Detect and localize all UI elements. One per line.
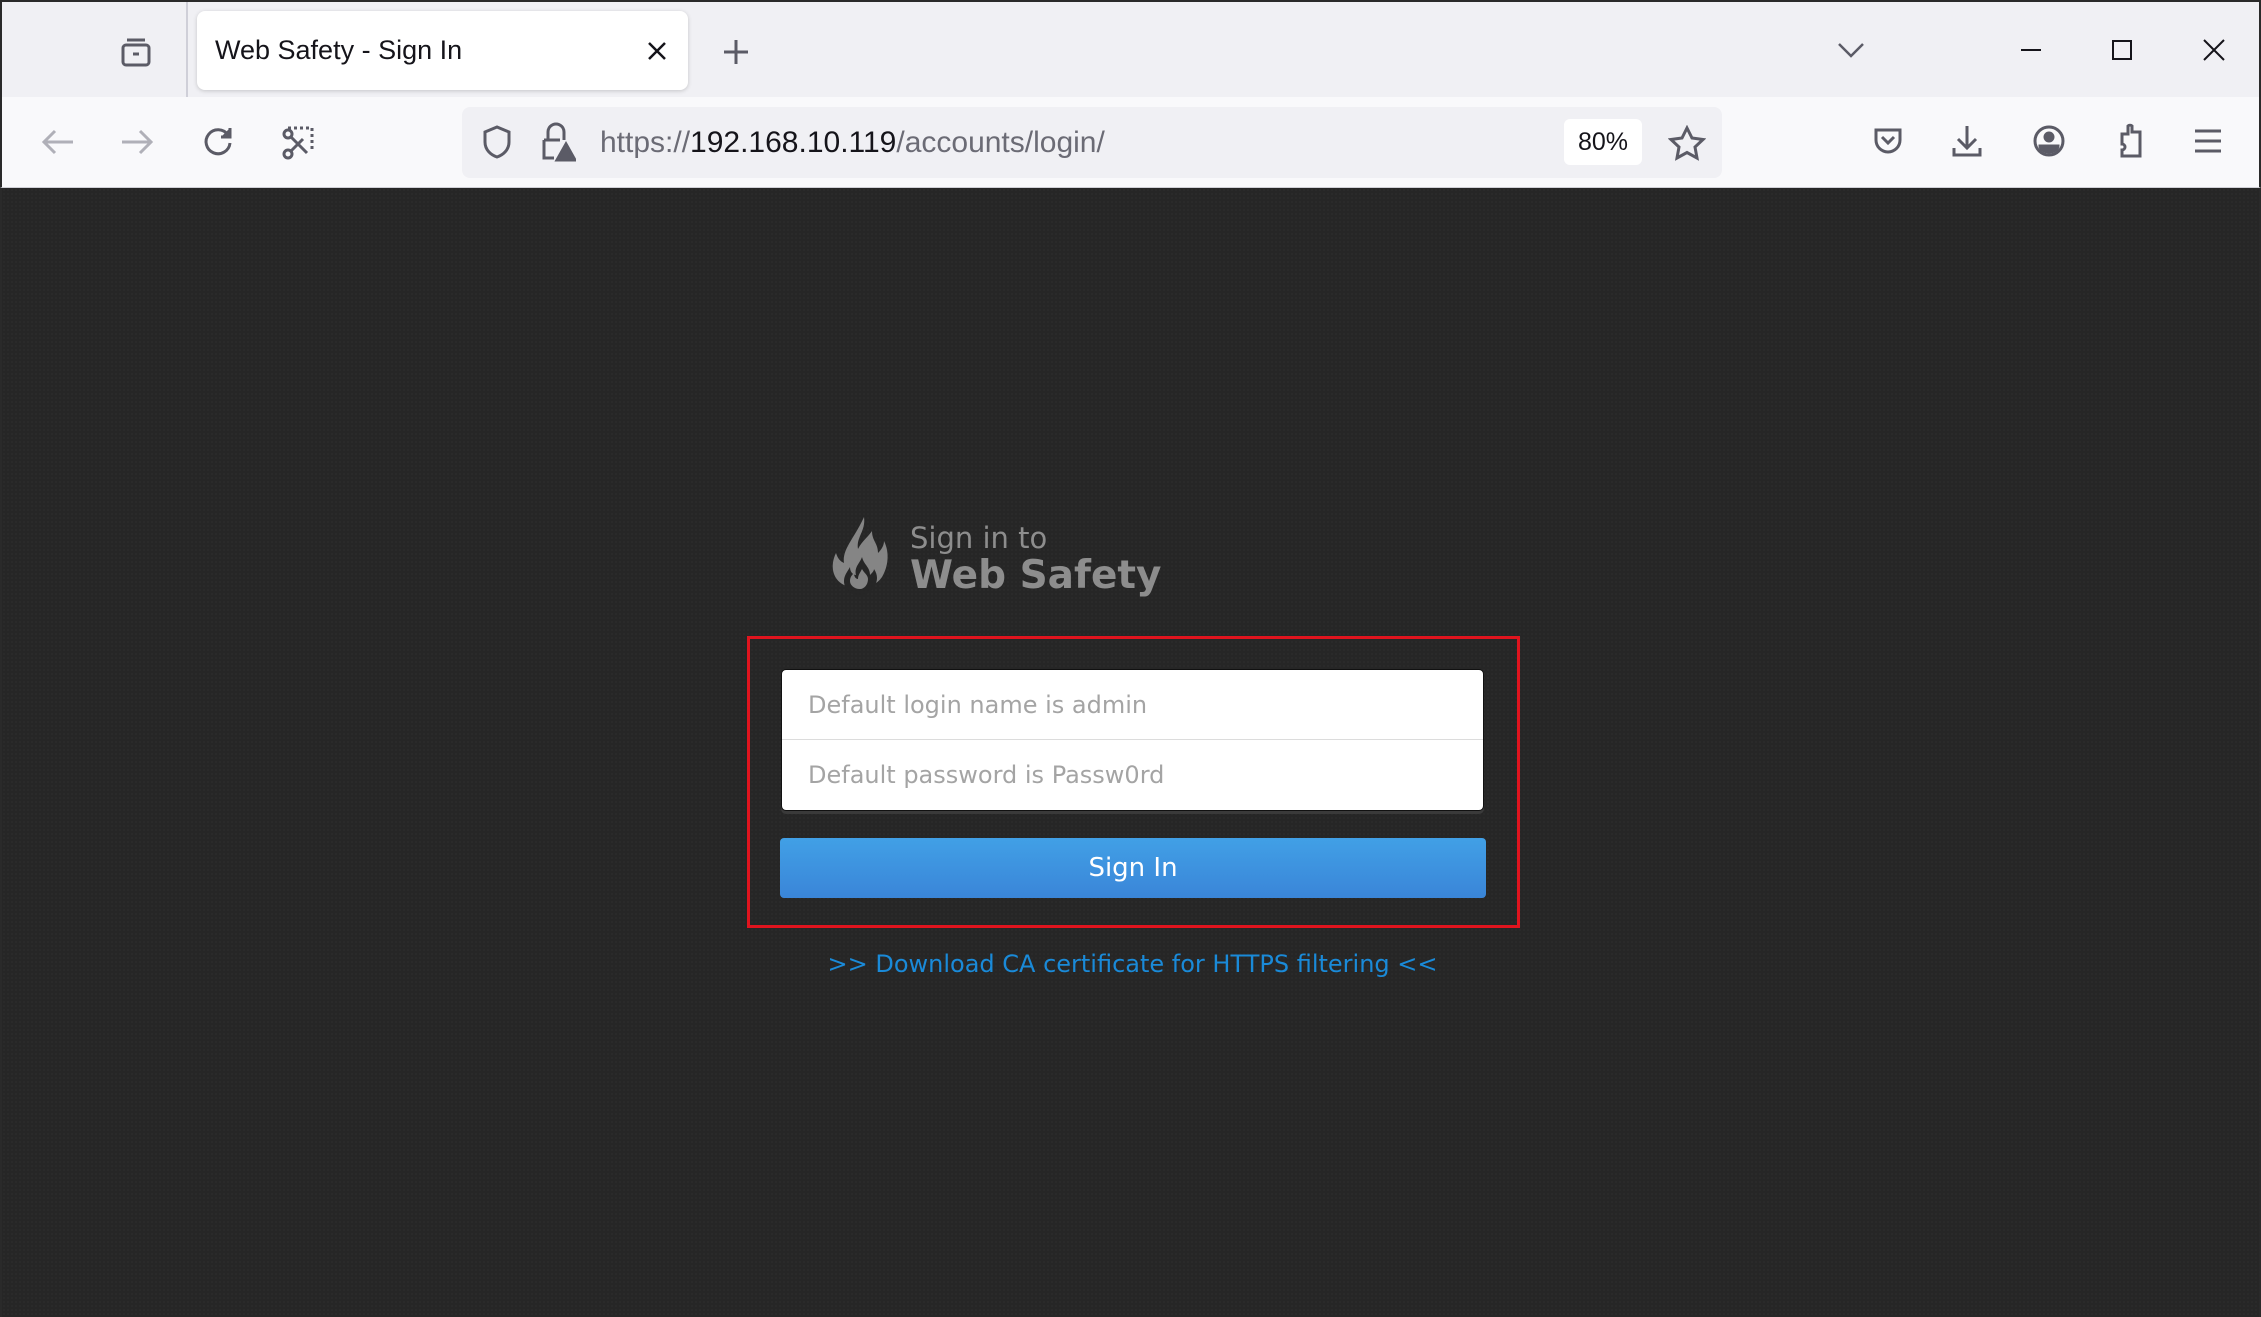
address-bar[interactable]: https://192.168.10.119/accounts/login/ 8…	[462, 107, 1722, 178]
maximize-icon[interactable]	[2102, 30, 2142, 70]
close-icon[interactable]	[2194, 30, 2234, 70]
url-host: 192.168.10.119	[690, 126, 897, 159]
tab-bar: Web Safety - Sign In	[0, 0, 2261, 99]
flame-icon	[828, 513, 892, 605]
pocket-icon[interactable]	[1866, 119, 1910, 163]
tab-title: Web Safety - Sign In	[215, 35, 463, 65]
sign-in-button[interactable]: Sign In	[780, 838, 1486, 898]
zoom-level-button[interactable]: 80%	[1564, 119, 1642, 165]
navigation-toolbar: https://192.168.10.119/accounts/login/ 8…	[0, 97, 2261, 188]
url-scheme: https://	[600, 126, 691, 159]
download-ca-certificate-link[interactable]: >> Download CA certificate for HTTPS fil…	[2, 950, 2261, 978]
chevron-down-icon[interactable]	[1831, 30, 1871, 70]
tab-divider	[186, 2, 188, 99]
brand-title: Web Safety	[910, 553, 1162, 598]
account-icon[interactable]	[2027, 119, 2071, 163]
screenshot-icon[interactable]	[276, 120, 320, 164]
star-icon[interactable]	[1666, 122, 1708, 164]
password-input[interactable]	[782, 740, 1483, 810]
hamburger-menu-icon[interactable]	[2186, 119, 2230, 163]
brand-header: Sign in to Web Safety	[828, 513, 1248, 613]
url-path: /accounts/login/	[896, 126, 1105, 159]
arrow-left-icon[interactable]	[36, 120, 80, 164]
close-tab-icon[interactable]	[637, 31, 677, 71]
lock-warning-icon[interactable]	[538, 121, 578, 163]
shield-icon[interactable]	[478, 123, 516, 161]
brand-subtitle: Sign in to	[910, 521, 1048, 555]
download-icon[interactable]	[1945, 119, 1989, 163]
login-form	[781, 669, 1484, 811]
puzzle-icon[interactable]	[2107, 119, 2151, 163]
page-content: Sign in to Web Safety Sign In >> Downloa…	[0, 188, 2261, 1317]
arrow-right-icon[interactable]	[115, 120, 159, 164]
url-text[interactable]: https://192.168.10.119/accounts/login/	[600, 107, 1105, 178]
tab-list-icon[interactable]	[114, 30, 158, 74]
tab-web-safety[interactable]: Web Safety - Sign In	[197, 11, 688, 90]
reload-icon[interactable]	[196, 120, 240, 164]
login-name-input[interactable]	[782, 670, 1483, 740]
plus-icon[interactable]	[716, 32, 756, 72]
minimize-icon[interactable]	[2011, 30, 2051, 70]
